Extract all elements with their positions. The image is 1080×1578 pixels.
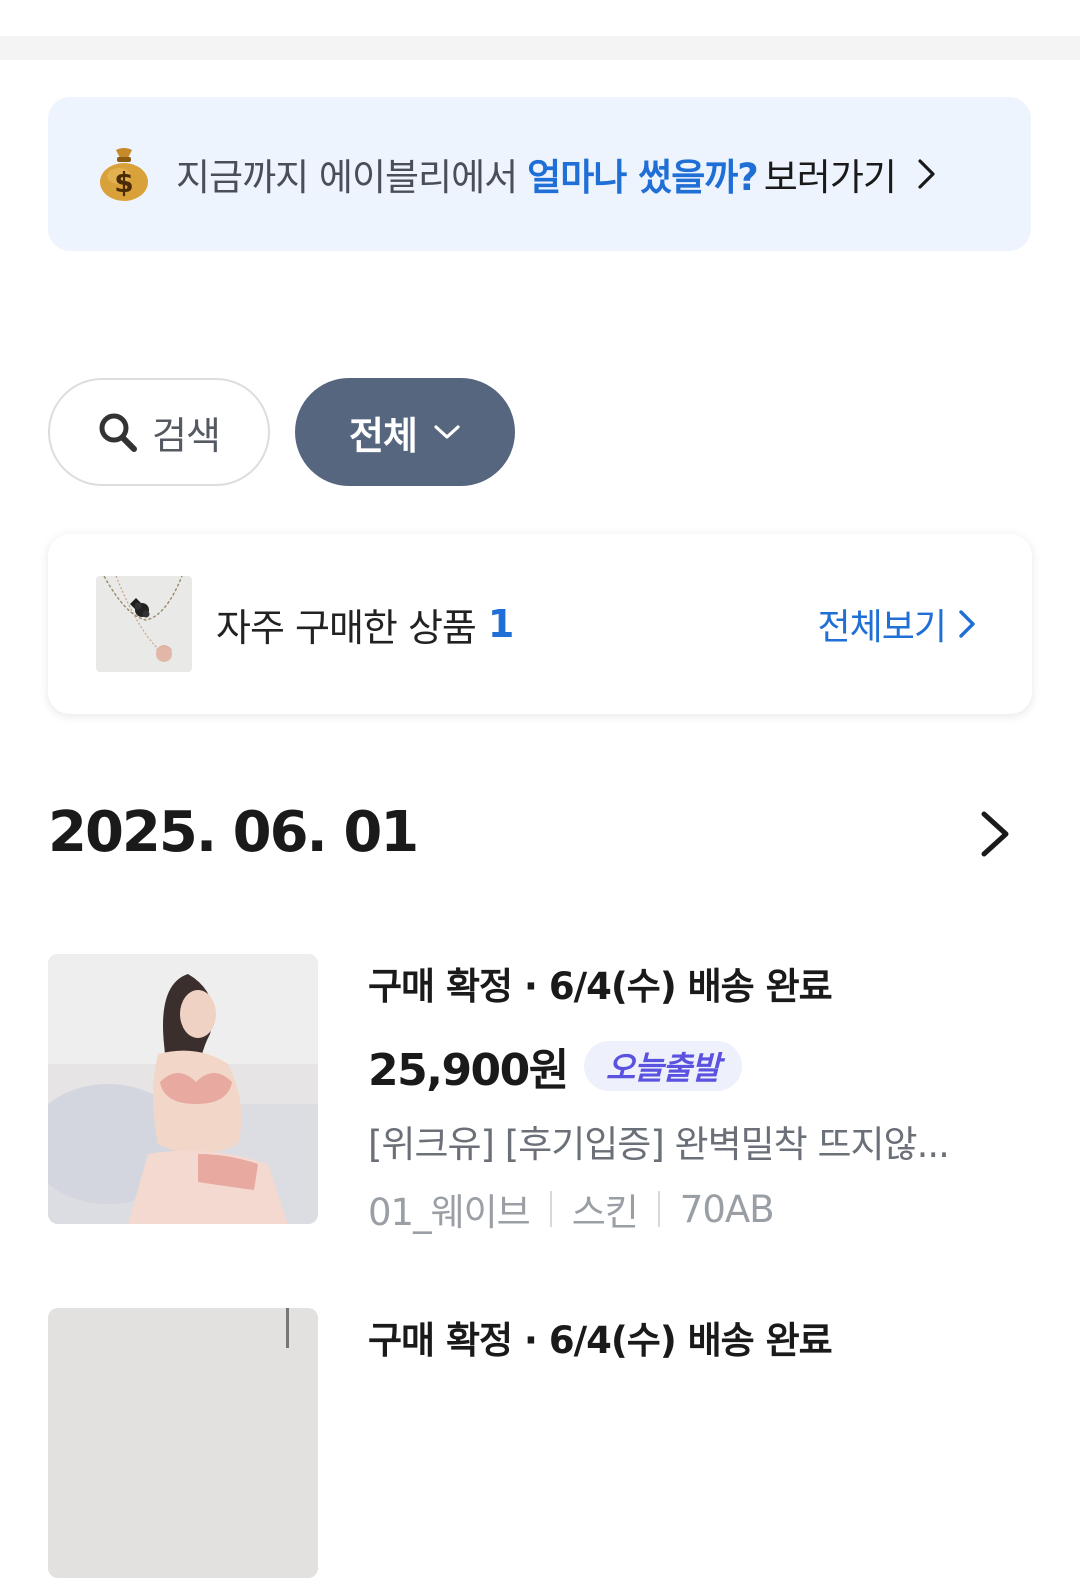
view-all-link[interactable]: 전체보기	[818, 598, 976, 650]
spending-summary-banner[interactable]: $ 지금까지 에이블리에서 얼마나 썼을까? 보러가기	[48, 97, 1031, 251]
spend-banner-action: 보러가기	[763, 156, 897, 199]
order-date: 2025. 06. 01	[48, 800, 419, 865]
frequent-purchase-card[interactable]: 자주 구매한 상품 1 전체보기	[48, 534, 1032, 714]
section-divider	[0, 36, 1080, 60]
option-value: 스킨	[571, 1191, 639, 1234]
category-filter-label: 전체	[349, 413, 418, 458]
product-name: [위크유] [후기입증] 완벽밀착 뜨지않...	[368, 1123, 950, 1166]
search-button[interactable]: 검색	[48, 378, 270, 486]
option-value: 70AB	[679, 1187, 775, 1231]
order-item[interactable]: 구매 확정 · 6/4(수) 배송 완료 25,900원 오늘출발 [위크유] …	[48, 954, 1032, 1234]
today-shipping-badge: 오늘출발	[583, 1041, 742, 1091]
option-divider	[549, 1191, 552, 1227]
order-status: 구매 확정 · 6/4(수) 배송 완료	[368, 965, 833, 1008]
chevron-right-icon	[918, 159, 935, 189]
spend-banner-highlight: 얼마나 썼을까?	[527, 156, 759, 199]
chevron-right-icon	[959, 610, 975, 638]
search-button-label: 검색	[152, 413, 221, 458]
option-divider	[657, 1191, 660, 1227]
option-value: 01_웨이브	[368, 1191, 531, 1234]
today-shipping-badge-label: 오늘출발	[605, 1049, 721, 1087]
product-price: 25,900원	[368, 1045, 569, 1096]
search-icon	[99, 413, 138, 452]
view-all-label: 전체보기	[817, 607, 947, 648]
spend-banner-prefix: 지금까지 에이블리에서	[176, 156, 518, 199]
product-options: 01_웨이브 스킨 70AB	[368, 1182, 1032, 1236]
order-status: 구매 확정 · 6/4(수) 배송 완료	[368, 1319, 833, 1362]
svg-text:$: $	[114, 166, 133, 199]
frequent-purchase-label: 자주 구매한 상품	[216, 605, 477, 650]
order-item[interactable]: 구매 확정 · 6/4(수) 배송 완료	[48, 1308, 1032, 1578]
frequent-product-thumbnail	[96, 576, 192, 672]
chevron-down-icon	[434, 425, 460, 439]
product-thumbnail	[48, 954, 318, 1224]
product-thumbnail	[48, 1308, 318, 1578]
frequent-purchase-count: 1	[487, 602, 515, 646]
money-bag-icon: $	[100, 148, 148, 201]
order-detail-chevron-icon[interactable]	[978, 808, 1012, 860]
category-filter-dropdown[interactable]: 전체	[295, 378, 515, 486]
